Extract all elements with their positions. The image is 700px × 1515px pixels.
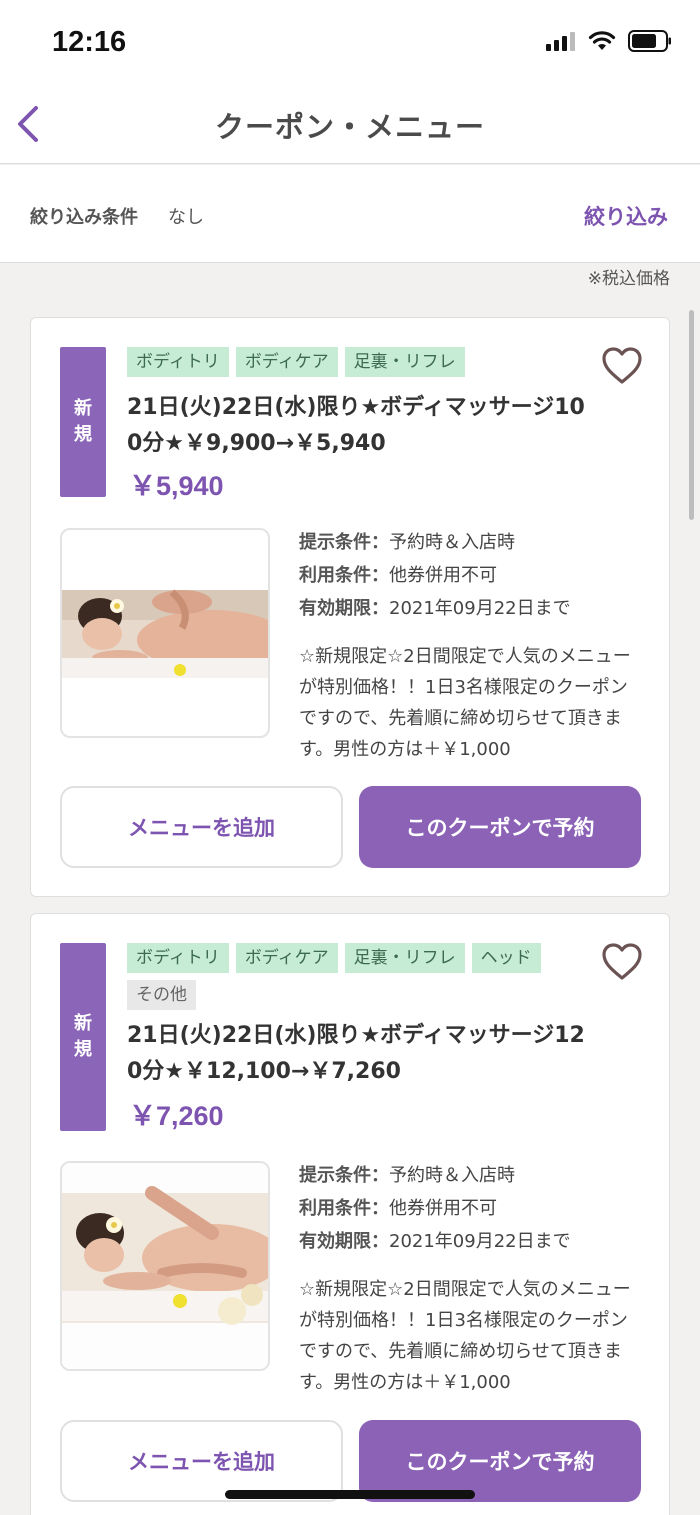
- new-customer-badge: 新規: [60, 347, 106, 497]
- category-tag: ヘッド: [471, 943, 541, 973]
- coupon-card[interactable]: 新規 ボディトリ ボディケア 足裏・リフレ ヘッド その他 21日(火)22日(…: [30, 913, 670, 1515]
- category-tag: ボディトリ: [127, 347, 229, 377]
- category-tag: ボディトリ: [127, 943, 229, 973]
- cellular-signal-icon: [546, 32, 575, 51]
- category-tags: ボディトリ ボディケア 足裏・リフレ ヘッド その他: [127, 943, 597, 1010]
- battery-icon: [628, 30, 671, 52]
- heart-icon: [602, 943, 642, 980]
- heart-icon: [602, 347, 642, 384]
- add-menu-button[interactable]: メニューを追加: [60, 786, 343, 868]
- status-bar: 12:16: [0, 0, 700, 86]
- page-title: クーポン・メニュー: [214, 110, 485, 144]
- favorite-button[interactable]: [601, 942, 643, 982]
- category-tag: 足裏・リフレ: [344, 943, 465, 973]
- tax-note: ※税込価格: [587, 269, 670, 289]
- filter-value: なし: [168, 207, 204, 228]
- coupon-details: 提示条件：予約時＆入店時 利用条件：他券併用不可 有効期限：2021年09月22…: [299, 1159, 639, 1398]
- nav-bar: クーポン・メニュー: [0, 86, 700, 164]
- filter-bar: 絞り込み条件 なし 絞り込み: [0, 165, 700, 263]
- scrollbar[interactable]: [689, 310, 694, 520]
- coupon-card[interactable]: 新規 ボディトリ ボディケア 足裏・リフレ 21日(火)22日(水)限り★ボディ…: [30, 317, 670, 897]
- coupon-description: ☆新規限定☆2日間限定で人気のメニューが特別価格！！1日3名様限定のクーポンです…: [299, 1279, 631, 1393]
- status-time: 12:16: [52, 26, 127, 58]
- condition-row: 利用条件：他券併用不可: [299, 565, 497, 586]
- category-tag: ボディケア: [235, 347, 338, 377]
- condition-row: 有効期限：2021年09月22日まで: [299, 598, 571, 619]
- condition-row: 有効期限：2021年09月22日まで: [299, 1231, 571, 1252]
- coupon-title: 21日(火)22日(水)限り★ボディマッサージ120分★￥12,100→￥7,2…: [127, 1023, 585, 1084]
- status-icons: [546, 30, 672, 52]
- category-tag: その他: [127, 980, 196, 1010]
- filter-label: 絞り込み条件: [30, 207, 138, 228]
- filter-button[interactable]: 絞り込み: [584, 201, 668, 231]
- condition-row: 提示条件：予約時＆入店時: [299, 532, 515, 553]
- massage-photo: [60, 528, 270, 738]
- condition-row: 提示条件：予約時＆入店時: [299, 1165, 515, 1186]
- massage-photo: [60, 1161, 270, 1371]
- category-tags: ボディトリ ボディケア 足裏・リフレ: [127, 347, 597, 377]
- new-customer-badge: 新規: [60, 943, 106, 1131]
- coupon-title: 21日(火)22日(水)限り★ボディマッサージ100分★￥9,900→￥5,94…: [127, 395, 585, 456]
- coupon-description: ☆新規限定☆2日間限定で人気のメニューが特別価格！！1日3名様限定のクーポンです…: [299, 646, 631, 760]
- condition-row: 利用条件：他券併用不可: [299, 1198, 497, 1219]
- wifi-icon: [588, 31, 616, 50]
- home-indicator[interactable]: [225, 1490, 475, 1499]
- category-tag: 足裏・リフレ: [344, 347, 465, 377]
- favorite-button[interactable]: [601, 346, 643, 386]
- coupon-price: ￥7,260: [129, 1101, 224, 1131]
- coupon-details: 提示条件：予約時＆入店時 利用条件：他券併用不可 有効期限：2021年09月22…: [299, 526, 639, 765]
- reserve-with-coupon-button[interactable]: このクーポンで予約: [359, 786, 641, 868]
- coupon-price: ￥5,940: [129, 471, 224, 501]
- category-tag: ボディケア: [235, 943, 338, 973]
